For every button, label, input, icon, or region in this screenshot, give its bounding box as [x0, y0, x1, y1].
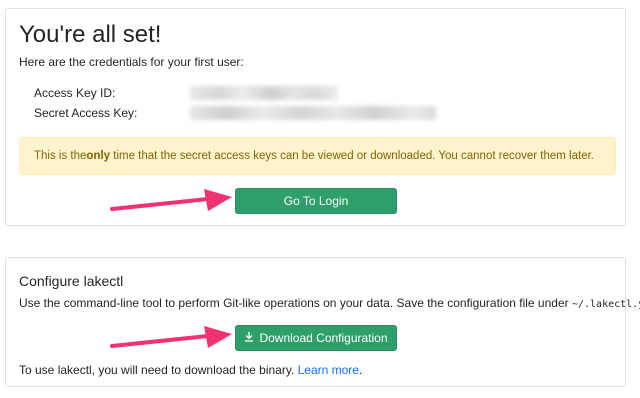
arrow-to-download-icon	[110, 326, 232, 348]
page-title: You're all set!	[19, 21, 162, 48]
download-configuration-label: Download Configuration	[259, 331, 388, 345]
go-to-login-button[interactable]: Go To Login	[235, 188, 397, 214]
lakectl-title: Configure lakectl	[19, 273, 124, 289]
learn-more-link[interactable]: Learn more	[298, 363, 359, 377]
warning-alert: This is the only time that the secret ac…	[19, 137, 616, 175]
alert-text-after: time that the secret access keys can be …	[110, 150, 594, 162]
access-key-label: Access Key ID:	[34, 86, 116, 100]
download-icon	[244, 331, 254, 345]
secret-key-label: Secret Access Key:	[34, 106, 138, 120]
footer-period: .	[358, 363, 363, 377]
secret-key-value-redacted	[190, 106, 436, 120]
access-key-value-redacted	[190, 86, 338, 100]
description-text: Use the command-line tool to perform Git…	[19, 296, 572, 310]
config-path: ~/.lakectl.yaml	[571, 299, 640, 310]
footer-text: To use lakectl, you will need to downloa…	[19, 363, 298, 377]
lakectl-description: Use the command-line tool to perform Git…	[19, 296, 640, 310]
alert-text-bold: only	[86, 150, 111, 162]
alert-text-before: This is the	[34, 150, 87, 162]
credentials-card: You're all set! Here are the credentials…	[5, 8, 626, 226]
lakectl-footer: To use lakectl, you will need to downloa…	[19, 363, 362, 377]
go-to-login-label: Go To Login	[283, 194, 349, 208]
credentials-subtitle: Here are the credentials for your first …	[19, 55, 244, 69]
download-configuration-button[interactable]: Download Configuration	[235, 325, 397, 351]
arrow-to-login-icon	[110, 189, 232, 211]
lakectl-card: Configure lakectl Use the command-line t…	[5, 257, 640, 387]
